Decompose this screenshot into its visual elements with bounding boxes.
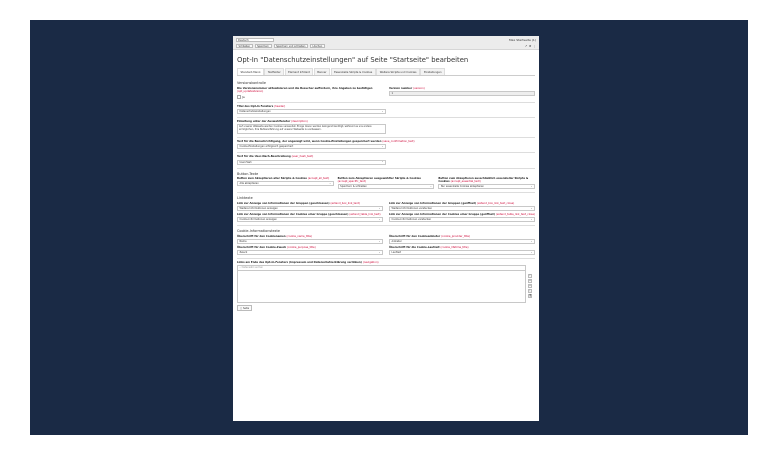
section-title: Button-Texte (237, 171, 259, 176)
field-label: Button zum Akzeptieren ausgewählter Skri… (337, 177, 421, 184)
action-buttons: Schließen Speichern Speichern und schlie… (236, 44, 325, 48)
move-down-icon[interactable]: ▾ (528, 284, 532, 289)
navigation-section: Links am Ende des Opt-In-Fensters (Impre… (237, 259, 535, 314)
module-toolbar: Deutsch Schließen Speichern Speichern un… (233, 36, 539, 50)
field-label: Link zur Anzeige von Informationen der G… (389, 201, 515, 205)
extend-table-link-input[interactable]: Cookie-Informationen anzeigen (237, 217, 383, 223)
field-label: Titel des Opt-In Fensters (header) (237, 104, 286, 108)
user-hash-input[interactable]: User-Hash (237, 159, 386, 165)
extend-box-close-input[interactable]: Weitere Informationen verstecken (389, 206, 535, 212)
add-page-button[interactable]: ▢ Seite (237, 305, 253, 312)
version-section: Versionskontrolle Die Versionsnummer akt… (237, 78, 535, 103)
save-confirmation-input[interactable]: Cookie-Einstellungen erfolgreich gespeic… (237, 144, 386, 150)
intro-section: Einleitung unter der Auswahlfenster (des… (237, 118, 535, 139)
field-label: Text für die User-Nach-Beschreibung (use… (237, 155, 314, 159)
field-label: Links am Ende des Opt-In-Fensters (Impre… (237, 261, 379, 265)
form-body: Versionskontrolle Die Versionsnummer akt… (233, 76, 539, 316)
field-label: Button zum Akzeptieren ausschließlich es… (438, 177, 529, 184)
field-label: Einleitung unter der Auswahlfenster (des… (237, 120, 308, 124)
extend-box-link-input[interactable]: Weitere Informationen anzeigen (237, 206, 383, 212)
description-textarea[interactable]: Auf unserer Webseite werden Cookies verw… (237, 124, 386, 135)
page-icon: ▢ (240, 306, 243, 310)
cookie-info-section: Cookie-Informationstexte Überschrift für… (237, 226, 535, 260)
tab-textfields[interactable]: Textfelder (264, 68, 285, 75)
cookie-lifetime-title-input[interactable]: Laufzeit (389, 250, 535, 256)
field-label: Überschrift für den Cookienamen (cookie_… (237, 234, 313, 238)
tab-essential[interactable]: Essenzielle Skripte & Cookies (330, 68, 376, 75)
tab-other-scripts[interactable]: Weitere Skripte und Cookies (376, 68, 420, 75)
save-close-button[interactable]: Speichern und schließen (273, 44, 308, 48)
tab-standard[interactable]: Standard-Menü (237, 68, 264, 75)
right-tools: ↗ ★ ⋮ (525, 44, 536, 48)
field-label: Link zur Anzeige von Informationen der C… (389, 213, 535, 217)
tab-bar: Standard-Menü Textfelder Element Infotex… (237, 68, 535, 76)
remove-icon[interactable]: 🗑 (528, 294, 532, 299)
update-version-checkbox[interactable] (237, 94, 241, 99)
move-up-icon[interactable]: ▴ (528, 279, 532, 284)
accept-all-input[interactable]: Alle akzeptieren (237, 181, 334, 187)
tab-infotext[interactable]: Element Infotext (284, 68, 314, 75)
selector-controls: ⤒ ▴ ▾ ⤓ 🗑 (528, 274, 532, 299)
tab-settings[interactable]: Einstellungen (420, 68, 446, 75)
user-info[interactable]: Max Startseite (1) (509, 38, 536, 42)
delete-button[interactable]: Löschen (309, 44, 325, 48)
section-title: Versionskontrolle (237, 81, 266, 85)
editor-window: Deutsch Schließen Speichern Speichern un… (233, 36, 539, 421)
bookmark-icon[interactable]: ★ (529, 44, 532, 48)
field-label: Die Versionsnummer aktualisieren und die… (237, 86, 373, 93)
tab-banner[interactable]: Banner (313, 68, 331, 75)
move-bottom-icon[interactable]: ⤓ (528, 289, 532, 294)
more-icon[interactable]: ⋮ (533, 44, 536, 48)
user-hash-section: Text für die User-Nach-Beschreibung (use… (237, 153, 535, 169)
section-title: Linktexte (237, 196, 253, 201)
field-label: Überschrift für den Cookieanbieter (cook… (389, 234, 470, 238)
header-input[interactable]: Datenschutzeinstellungen (237, 109, 386, 115)
field-label: Link zur Anzeige von Informationen der G… (237, 201, 360, 205)
field-label: Link zur Anzeige von Informationen der C… (237, 213, 381, 217)
cookie-name-title-input[interactable]: Name (237, 239, 383, 245)
field-label: Überschrift für die Cookie-Laufzeit (coo… (389, 246, 469, 250)
field-label: Überschrift für den Cookie-Zweck (cookie… (237, 246, 316, 250)
version-number-field: 1 (389, 90, 535, 96)
language-select[interactable]: Deutsch (236, 38, 274, 42)
title-section: Titel des Opt-In Fensters (header) Daten… (237, 103, 535, 119)
page-title: Opt-In "Datenschutzeinstellungen" auf Se… (237, 56, 469, 64)
field-label: Text für die Benachrichtigung, der angez… (237, 140, 415, 144)
accept-essential-input[interactable]: Nur essenzielle Cookies akzeptieren (438, 184, 536, 190)
move-top-icon[interactable]: ⤒ (528, 274, 532, 279)
close-button[interactable]: Schließen (236, 44, 253, 48)
field-label: Version number (version) (389, 86, 425, 90)
button-texts-section: Button-Texte Button zum Akzeptieren alle… (237, 169, 536, 194)
link-texts-section: Linktexte Link zur Anzeige von Informati… (237, 193, 535, 227)
record-search-input[interactable]: ⌕ Datensatz suchen (238, 266, 525, 272)
share-icon[interactable]: ↗ (525, 44, 528, 48)
checkbox-label: Ja (241, 94, 245, 99)
extend-table-close-input[interactable]: Cookie-Informationen verstecken (389, 217, 535, 223)
cookie-purpose-title-input[interactable]: Zweck (237, 250, 383, 256)
save-button[interactable]: Speichern (254, 44, 272, 48)
cookie-provider-title-input[interactable]: Anbieter (389, 239, 535, 245)
accept-specific-input[interactable]: Speichern & schließen (337, 184, 435, 190)
record-selector: ⌕ Datensatz suchen ⤒ ▴ ▾ ⤓ 🗑 (237, 265, 532, 304)
section-title: Cookie-Informationstexte (237, 229, 280, 234)
confirm-section: Text für die Benachrichtigung, der angez… (237, 138, 535, 154)
field-label: Button zum Akzeptieren aller Skripte & C… (237, 177, 330, 181)
